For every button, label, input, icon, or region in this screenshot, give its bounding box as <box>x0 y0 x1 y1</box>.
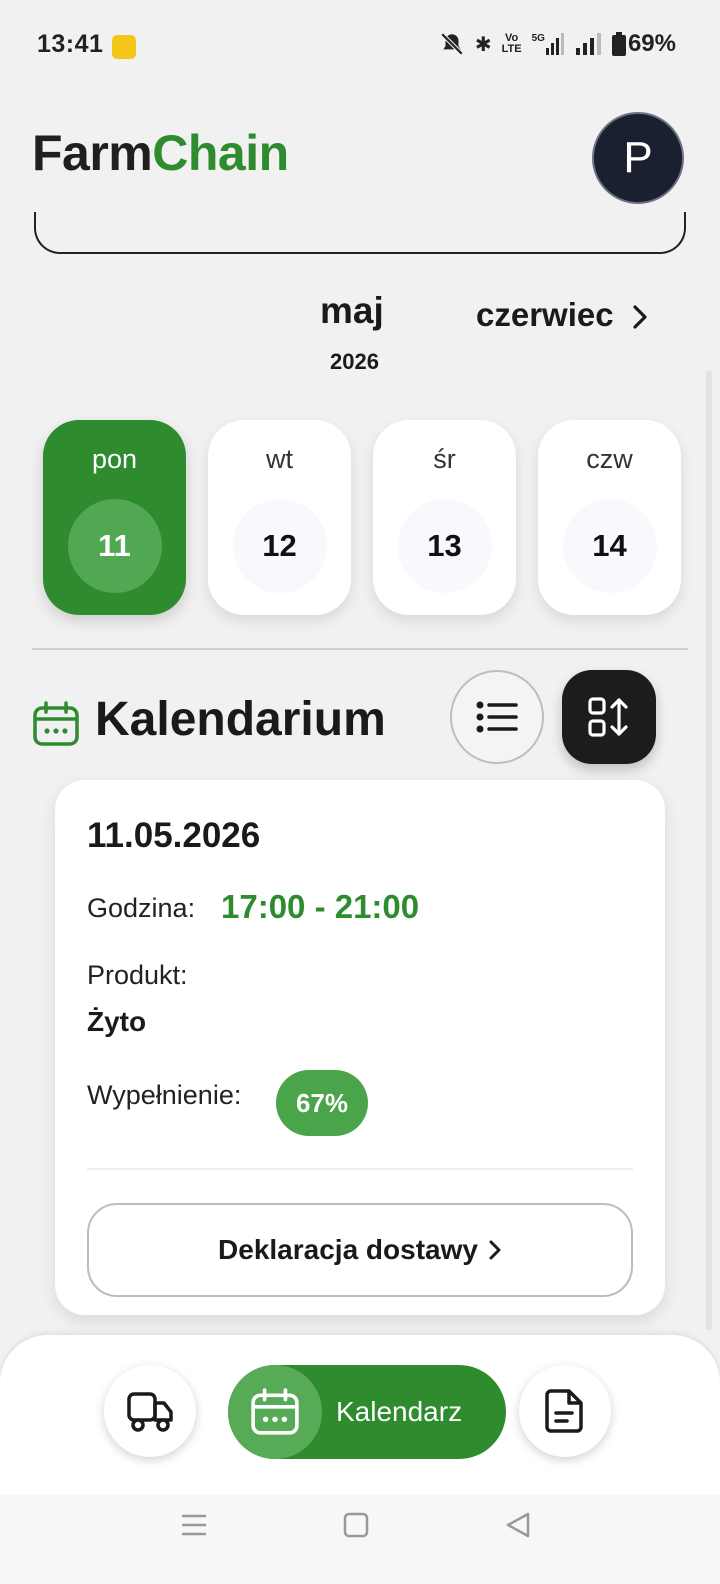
collapsed-card-edge <box>34 212 686 254</box>
section-title: Kalendarium <box>95 693 386 746</box>
system-navigation-bar <box>0 1495 720 1584</box>
nav-calendar-label: Kalendarz <box>336 1396 463 1427</box>
day-card-pon[interactable]: pon 11 <box>43 420 186 615</box>
calendar-icon <box>251 1388 299 1435</box>
nav-calendar-icon-wrap <box>228 1365 322 1459</box>
current-month: maj <box>320 290 384 331</box>
status-icons: ✱ Vo LTE 5G 69% <box>439 30 676 58</box>
sort-icon <box>588 697 628 737</box>
scrollbar[interactable] <box>706 370 712 1330</box>
logo-farm: Farm <box>32 125 153 181</box>
product-value: Żyto <box>87 1006 147 1037</box>
status-time: 13:41 <box>37 30 104 58</box>
day-number: 11 <box>67 499 162 593</box>
hour-value: 17:00 - 21:00 <box>221 888 420 925</box>
back-icon[interactable] <box>505 1512 531 1538</box>
day-card-czw[interactable]: czw 14 <box>538 420 681 615</box>
truck-icon <box>127 1392 173 1432</box>
day-number: 13 <box>397 499 492 593</box>
nav-deliveries-button[interactable] <box>104 1365 196 1457</box>
day-card-wt[interactable]: wt 12 <box>208 420 351 615</box>
event-date: 11.05.2026 <box>87 816 261 855</box>
bluetooth-icon: ✱ <box>474 33 492 56</box>
home-icon[interactable] <box>343 1512 369 1538</box>
next-month-button[interactable]: czerwiec <box>476 296 648 334</box>
battery-percent: 69% <box>627 30 676 57</box>
mute-icon <box>440 32 464 56</box>
signal-icon <box>575 33 601 55</box>
bottom-navigation: Kalendarz <box>0 1335 720 1495</box>
brightness-icon <box>112 35 136 59</box>
document-icon <box>545 1389 583 1433</box>
hour-label: Godzina: <box>87 893 196 923</box>
day-name: wt <box>266 444 293 474</box>
app-logo: FarmChain <box>32 124 289 182</box>
recent-apps-icon[interactable] <box>181 1513 207 1537</box>
list-icon <box>476 701 518 733</box>
volte-icon: Vo LTE <box>501 32 522 55</box>
card-separator <box>87 1168 633 1170</box>
chevron-right-icon <box>489 1240 501 1260</box>
fill-label: Wypełnienie: <box>87 1080 242 1110</box>
day-name: śr <box>433 444 456 474</box>
calendar-icon <box>33 701 79 746</box>
list-view-button[interactable] <box>450 670 544 764</box>
delivery-declaration-label: Deklaracja dostawy <box>218 1234 478 1265</box>
delivery-declaration-button[interactable]: Deklaracja dostawy <box>87 1203 633 1297</box>
event-card: 11.05.2026 Godzina: 17:00 - 21:00 Produk… <box>55 780 665 1315</box>
next-month-label: czerwiec <box>476 296 614 333</box>
product-label: Produkt: <box>87 960 188 990</box>
nav-calendar-button[interactable]: Kalendarz <box>228 1365 506 1459</box>
5g-signal-icon: 5G <box>532 33 566 55</box>
current-year: 2026 <box>330 349 379 374</box>
battery-icon <box>611 32 626 56</box>
day-name: czw <box>586 444 633 474</box>
day-number: 12 <box>232 499 327 593</box>
day-name: pon <box>91 444 138 474</box>
divider <box>32 648 688 650</box>
day-number: 14 <box>562 499 657 593</box>
nav-documents-button[interactable] <box>519 1365 611 1457</box>
sort-view-button[interactable] <box>562 670 656 764</box>
day-card-sr[interactable]: śr 13 <box>373 420 516 615</box>
fill-badge: 67% <box>276 1070 368 1136</box>
chevron-right-icon <box>632 305 647 329</box>
avatar[interactable]: P <box>592 112 684 204</box>
logo-chain: Chain <box>152 125 289 181</box>
